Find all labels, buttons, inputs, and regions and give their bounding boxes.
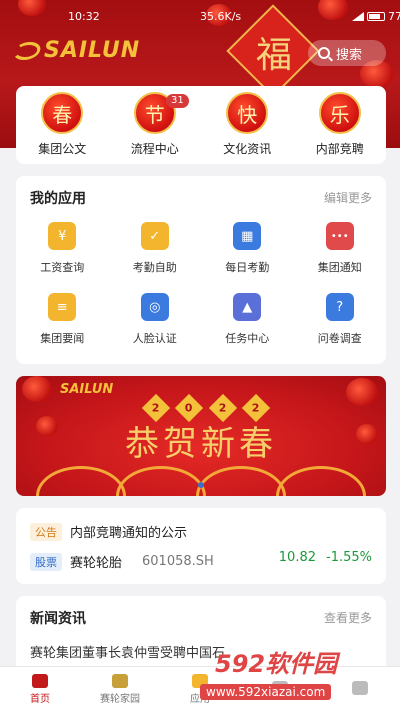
app-label: 任务中心 <box>225 332 270 345</box>
app-label: 问卷调查 <box>317 332 362 345</box>
watermark-brand: 592软件园 <box>215 650 338 678</box>
carousel-indicator <box>16 482 386 488</box>
building-icon <box>112 673 128 688</box>
check-briefcase-icon: ✓ <box>140 222 169 250</box>
notice-card: 公告 内部竞聘通知的公示 股票 赛轮轮胎 601058.SH 10.82 -1.… <box>16 508 386 584</box>
lantern-decoration <box>22 376 52 402</box>
search-button[interactable]: 搜索 <box>308 40 386 66</box>
banner-title: 恭贺新春 <box>125 424 277 464</box>
stock-code: 601058.SH <box>142 554 214 569</box>
notice-row[interactable]: 公告 内部竞聘通知的公示 <box>30 522 187 541</box>
view-more-link[interactable]: 查看更多 <box>324 609 372 626</box>
carousel-dot[interactable] <box>198 482 204 488</box>
app-attendance-self[interactable]: ✓ 考勤自助 <box>109 222 202 275</box>
app-label: 工资查询 <box>40 261 85 274</box>
new-year-banner[interactable]: SAILUN 2 0 2 2 恭贺新春 <box>16 376 386 496</box>
user-icon <box>352 681 368 695</box>
status-icons: 77 <box>352 10 400 23</box>
message-icon: ••• <box>325 222 354 250</box>
wave-decoration <box>36 466 126 496</box>
document-icon: ≡ <box>48 293 77 321</box>
app-group-notice[interactable]: ••• 集团通知 <box>294 222 387 275</box>
wave-decoration <box>196 466 286 496</box>
quick-item-label: 文化资讯 <box>223 142 272 156</box>
stock-quote: 10.82 -1.55% <box>279 550 372 565</box>
quick-item-internal-recruit[interactable]: 乐 内部竞聘 <box>300 92 380 164</box>
banner-logo: SAILUN <box>60 382 114 397</box>
app-salary-query[interactable]: ¥ 工资查询 <box>16 222 109 275</box>
section-title: 新闻资讯 <box>30 611 86 627</box>
banner-year: 2 0 2 2 <box>141 393 271 423</box>
nav-sailun-home[interactable]: 赛轮家园 <box>80 667 160 711</box>
nav-home[interactable]: 首页 <box>0 667 80 711</box>
my-apps-card: 我的应用 编辑更多 ¥ 工资查询 ✓ 考勤自助 ▦ 每日考勤 ••• 集团通知 … <box>16 176 386 364</box>
yen-icon: ¥ <box>48 222 77 250</box>
stock-tag: 股票 <box>30 552 62 571</box>
stock-row[interactable]: 股票 赛轮轮胎 601058.SH <box>30 552 214 571</box>
quick-item-label: 内部竞聘 <box>315 142 364 156</box>
logo-swoosh-icon <box>10 41 44 60</box>
app-survey[interactable]: ? 问卷调查 <box>294 293 387 346</box>
quick-entries: 春 集团公文 节 31 流程中心 快 文化资讯 乐 内部竞聘 <box>16 86 386 164</box>
battery-level: 77 <box>388 10 400 23</box>
notice-tag: 公告 <box>30 522 62 541</box>
app-label: 考勤自助 <box>132 261 177 274</box>
search-icon <box>318 47 330 59</box>
stock-price: 10.82 <box>278 550 316 565</box>
fu-character: 福 <box>255 35 292 76</box>
status-time: 10:32 <box>68 10 100 23</box>
edit-more-link[interactable]: 编辑更多 <box>324 189 372 206</box>
stamp-icon: ▲ <box>233 293 262 321</box>
calendar-icon: ▦ <box>233 222 262 250</box>
sailun-logo: SAILUN <box>10 38 141 63</box>
quick-item-label: 流程中心 <box>130 142 179 156</box>
nav-label: 首页 <box>30 693 50 705</box>
app-daily-attendance[interactable]: ▦ 每日考勤 <box>201 222 294 275</box>
survey-icon: ? <box>325 293 354 321</box>
section-title: 我的应用 <box>30 191 86 207</box>
notification-count-badge: 31 <box>166 94 189 108</box>
nav-label: 赛轮家园 <box>100 693 140 705</box>
wave-decoration <box>116 466 206 496</box>
chun-badge-icon: 春 <box>41 92 84 134</box>
logo-text: SAILUN <box>44 38 141 63</box>
kuai-badge-icon: 快 <box>226 92 269 134</box>
news-item[interactable]: 赛轮集团董事长袁仲雪受聘中国石 <box>30 642 225 661</box>
app-grid: ¥ 工资查询 ✓ 考勤自助 ▦ 每日考勤 ••• 集团通知 ≡ 集团要闻 ◎ 人… <box>16 222 386 346</box>
quick-item-culture[interactable]: 快 文化资讯 <box>207 92 287 164</box>
app-group-news[interactable]: ≡ 集团要闻 <box>16 293 109 346</box>
stock-name: 赛轮轮胎 <box>70 556 123 571</box>
wave-decoration <box>276 466 366 496</box>
app-label: 人脸认证 <box>132 332 177 345</box>
signal-icon <box>352 12 364 21</box>
app-label: 集团通知 <box>317 261 362 274</box>
le-badge-icon: 乐 <box>318 92 361 134</box>
quick-item-documents[interactable]: 春 集团公文 <box>22 92 102 164</box>
watermark-url: www.592xiazai.com <box>200 684 332 700</box>
home-icon <box>32 673 48 688</box>
search-label: 搜索 <box>336 47 363 63</box>
app-label: 集团要闻 <box>40 332 85 345</box>
app-face-auth[interactable]: ◎ 人脸认证 <box>109 293 202 346</box>
notice-text: 内部竞聘通知的公示 <box>70 526 188 541</box>
lantern-decoration <box>346 378 378 406</box>
face-scan-icon: ◎ <box>140 293 169 321</box>
battery-icon <box>367 12 385 21</box>
quick-item-label: 集团公文 <box>38 142 87 156</box>
stock-change: -1.55% <box>326 550 372 565</box>
app-label: 每日考勤 <box>225 261 270 274</box>
status-bar: 10:32 35.6K/s 77 <box>0 10 400 28</box>
network-speed: 35.6K/s <box>200 10 242 23</box>
quick-item-workflow[interactable]: 节 31 流程中心 <box>115 92 195 164</box>
app-task-center[interactable]: ▲ 任务中心 <box>201 293 294 346</box>
